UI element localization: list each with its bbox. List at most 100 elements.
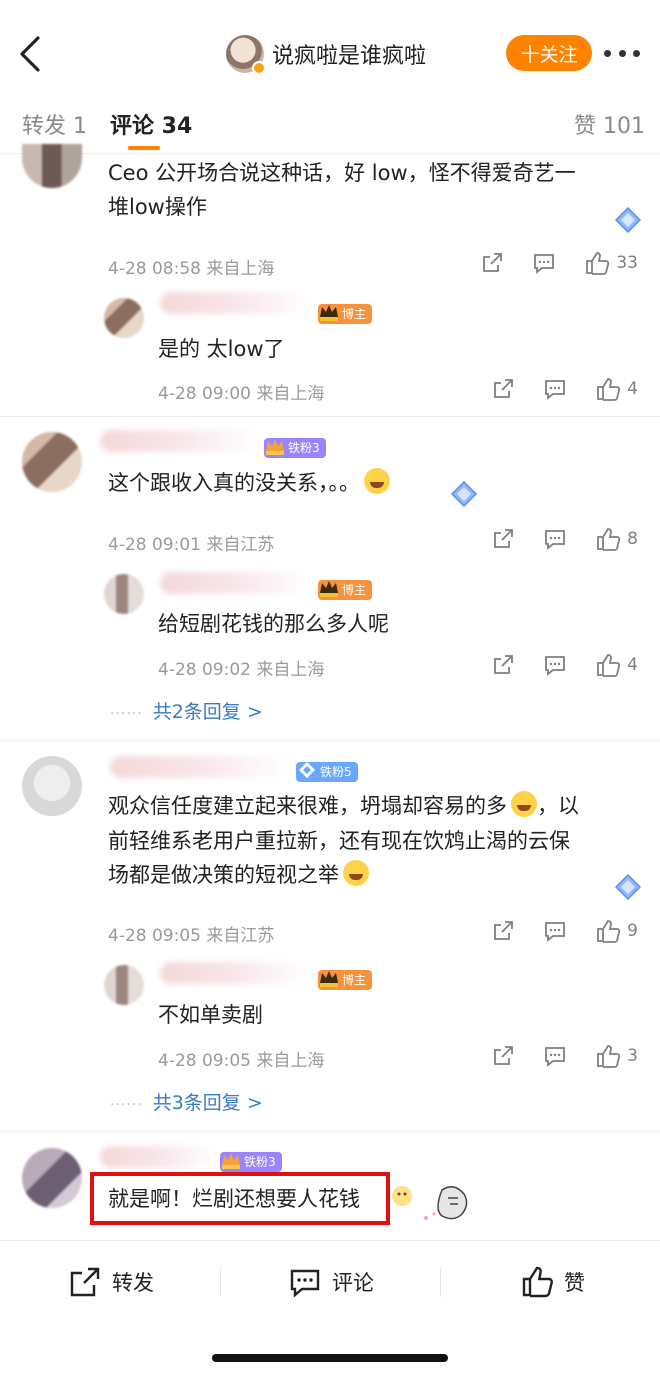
grin-emoji-icon xyxy=(511,791,537,817)
repost-icon[interactable] xyxy=(491,1044,515,1068)
active-tab-indicator xyxy=(128,146,160,150)
comment-button[interactable]: 评论 xyxy=(288,1265,374,1299)
reply-icon[interactable] xyxy=(543,653,567,677)
repost-icon[interactable] xyxy=(491,653,515,677)
author-badge-label: 博主 xyxy=(342,307,367,321)
tab-bar: 转发 1 评论 34 赞 101 xyxy=(0,100,660,154)
repost-icon[interactable] xyxy=(491,377,515,401)
reply-actions: 4 xyxy=(463,652,638,678)
tab-repost[interactable]: 转发 1 xyxy=(22,108,87,140)
repost-icon xyxy=(70,1267,100,1297)
bottom-action-bar: 转发 评论 赞 xyxy=(0,1240,660,1322)
commenter-avatar[interactable] xyxy=(22,144,82,188)
comment-text-line: Ceo 公开场合说这种话，好 low，怪不得爱奇艺一 xyxy=(108,161,576,185)
author-avatar[interactable] xyxy=(226,35,266,75)
reply-avatar[interactable] xyxy=(104,965,144,1005)
diamond-sticker-icon xyxy=(614,873,642,901)
separator xyxy=(220,1267,221,1297)
like-count: 33 xyxy=(616,253,638,273)
diamond-sticker-icon xyxy=(450,480,478,508)
blurred-username xyxy=(160,572,310,594)
view-more-replies-link[interactable]: ······ 共2条回复 > xyxy=(110,697,263,724)
thumbs-up-icon xyxy=(586,252,610,275)
fan-diamond-icon xyxy=(299,762,315,778)
reply-meta: 4-28 09:02 来自上海 xyxy=(158,660,325,680)
thumbs-up-icon xyxy=(597,528,621,551)
top-nav-bar: 说疯啦是谁疯啦 十关注 xyxy=(0,0,660,100)
like-label: 赞 xyxy=(564,1271,585,1295)
tab-likes[interactable]: 赞 101 xyxy=(574,108,645,140)
repost-icon[interactable] xyxy=(491,527,515,551)
like-post-button[interactable]: 赞 xyxy=(520,1265,585,1299)
like-button[interactable]: 3 xyxy=(595,1043,638,1069)
repost-button[interactable]: 转发 xyxy=(68,1265,154,1299)
reply-actions: 3 xyxy=(463,1043,638,1069)
comment-text-content: 这个跟收入真的没关系，。。 xyxy=(108,471,360,495)
commenter-avatar[interactable] xyxy=(22,432,82,492)
reply-icon[interactable] xyxy=(543,527,567,551)
comment-actions: 8 xyxy=(463,526,638,552)
comment-text-content: ，以 xyxy=(537,794,579,818)
comment-icon xyxy=(290,1269,320,1298)
fan-badge: 铁粉3 xyxy=(220,1152,282,1172)
comment-label: 评论 xyxy=(332,1271,374,1295)
comment-actions: 9 xyxy=(463,918,638,944)
follow-button[interactable]: 十关注 xyxy=(506,35,592,71)
repost-label: 转发 xyxy=(112,1271,154,1295)
commenter-avatar[interactable] xyxy=(22,756,82,816)
reply-text: 不如单卖剧 xyxy=(158,1003,263,1027)
comment-text-line: 场都是做决策的短视之举 xyxy=(108,858,369,892)
more-replies-label: 共2条回复 > xyxy=(152,701,263,723)
thumbs-up-icon xyxy=(597,920,621,943)
comment-actions: 33 xyxy=(452,250,638,276)
like-button[interactable]: 4 xyxy=(595,376,638,402)
commenter-avatar[interactable] xyxy=(22,1148,82,1208)
back-arrow-icon[interactable] xyxy=(14,34,48,74)
reply-avatar[interactable] xyxy=(104,298,144,338)
more-options-icon[interactable] xyxy=(604,48,640,58)
reply-actions: 4 xyxy=(463,376,638,402)
like-button[interactable]: 8 xyxy=(595,526,638,552)
verified-badge-icon xyxy=(252,61,266,75)
repost-icon[interactable] xyxy=(480,251,504,275)
like-button[interactable]: 33 xyxy=(584,250,638,276)
reply-icon[interactable] xyxy=(532,251,556,275)
crown-icon xyxy=(320,305,338,321)
red-highlight-box xyxy=(90,1172,390,1225)
author-badge: 博主 xyxy=(318,970,373,990)
more-replies-label: 共3条回复 > xyxy=(152,1092,263,1114)
reply-avatar[interactable] xyxy=(104,574,144,614)
repost-icon[interactable] xyxy=(491,919,515,943)
thumbs-up-icon xyxy=(597,1045,621,1068)
comment-divider xyxy=(0,1131,660,1132)
like-button[interactable]: 4 xyxy=(595,652,638,678)
crown-icon xyxy=(320,971,338,987)
thumbs-up-icon xyxy=(597,654,621,677)
comment-text-content: 场都是做决策的短视之举 xyxy=(108,863,339,887)
dots-decoration: ······ xyxy=(110,706,143,722)
comment-text: 这个跟收入真的没关系，。。 xyxy=(108,466,390,500)
like-count: 8 xyxy=(627,529,638,549)
comment-text-content: 观众信任度建立起来很难，坍塌却容易的多 xyxy=(108,794,507,818)
blurred-username xyxy=(100,430,260,452)
author-badge: 博主 xyxy=(318,580,373,600)
home-indicator xyxy=(212,1354,448,1362)
comment-text-line: 前轻维系老用户重拉新，还有现在饮鸩止渴的云保 xyxy=(108,829,570,853)
diamond-sticker-icon xyxy=(614,206,642,234)
comment-text-line: 观众信任度建立起来很难，坍塌却容易的多 ，以 xyxy=(108,789,579,823)
like-count: 4 xyxy=(627,379,638,399)
view-more-replies-link[interactable]: ······ 共3条回复 > xyxy=(110,1088,263,1115)
tab-comments[interactable]: 评论 34 xyxy=(110,108,192,140)
reply-text: 是的 太low了 xyxy=(158,337,285,361)
reply-meta: 4-28 09:05 来自上海 xyxy=(158,1051,325,1071)
reply-icon[interactable] xyxy=(543,919,567,943)
reply-icon[interactable] xyxy=(543,1044,567,1068)
comment-divider xyxy=(0,416,660,417)
thumbs-up-icon xyxy=(522,1266,553,1298)
like-button[interactable]: 9 xyxy=(595,918,638,944)
tiger-sticker-icon xyxy=(392,1186,468,1220)
reply-icon[interactable] xyxy=(543,377,567,401)
page-title: 说疯啦是谁疯啦 xyxy=(272,44,427,69)
page-title-group[interactable]: 说疯啦是谁疯啦 xyxy=(226,32,426,76)
laugh-cry-emoji-icon xyxy=(364,468,390,494)
